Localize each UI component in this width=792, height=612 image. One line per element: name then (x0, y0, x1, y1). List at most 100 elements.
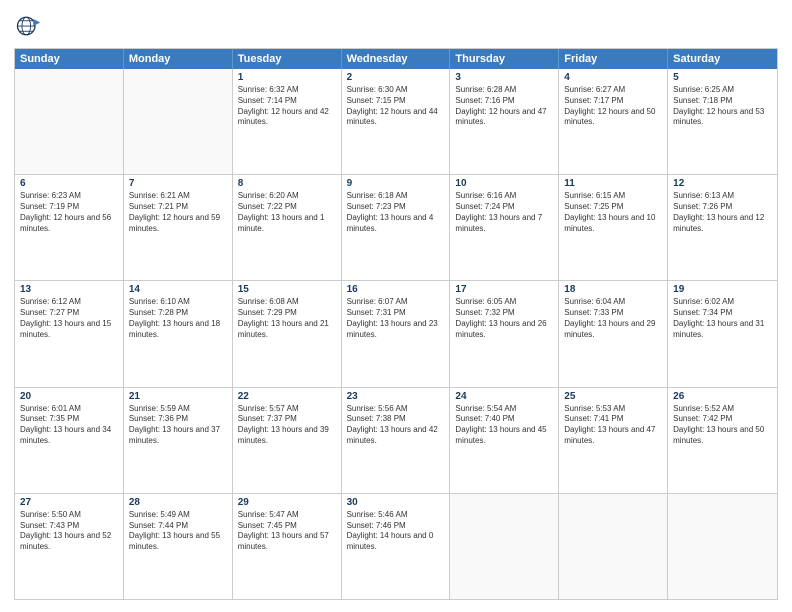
day-number: 22 (238, 391, 336, 402)
week-row-4: 27 Sunrise: 5:50 AM Sunset: 7:43 PM Dayli… (15, 493, 777, 599)
day-cell-15: 15 Sunrise: 6:08 AM Sunset: 7:29 PM Dayli… (233, 281, 342, 386)
day-cell-12: 12 Sunrise: 6:13 AM Sunset: 7:26 PM Dayli… (668, 175, 777, 280)
day-number: 12 (673, 178, 772, 189)
day-info: Sunrise: 6:07 AM Sunset: 7:31 PM Dayligh… (347, 297, 445, 340)
day-number: 19 (673, 284, 772, 295)
day-info: Sunrise: 6:25 AM Sunset: 7:18 PM Dayligh… (673, 85, 772, 128)
day-number: 1 (238, 72, 336, 83)
day-info: Sunrise: 6:08 AM Sunset: 7:29 PM Dayligh… (238, 297, 336, 340)
day-number: 6 (20, 178, 118, 189)
day-number: 15 (238, 284, 336, 295)
day-cell-27: 27 Sunrise: 5:50 AM Sunset: 7:43 PM Dayli… (15, 494, 124, 599)
day-cell-7: 7 Sunrise: 6:21 AM Sunset: 7:21 PM Daylig… (124, 175, 233, 280)
day-info: Sunrise: 6:18 AM Sunset: 7:23 PM Dayligh… (347, 191, 445, 234)
day-info: Sunrise: 5:54 AM Sunset: 7:40 PM Dayligh… (455, 404, 553, 447)
day-cell-22: 22 Sunrise: 5:57 AM Sunset: 7:37 PM Dayli… (233, 388, 342, 493)
logo-icon (14, 12, 42, 40)
day-cell-5: 5 Sunrise: 6:25 AM Sunset: 7:18 PM Daylig… (668, 69, 777, 174)
day-cell-26: 26Sunrise: 5:52 AM Sunset: 7:42 PM Dayli… (668, 388, 777, 493)
day-cell-20: 20Sunrise: 6:01 AM Sunset: 7:35 PM Dayli… (15, 388, 124, 493)
day-cell-18: 18 Sunrise: 6:04 AM Sunset: 7:33 PM Dayli… (559, 281, 668, 386)
day-number: 2 (347, 72, 445, 83)
day-info: Sunrise: 6:32 AM Sunset: 7:14 PM Dayligh… (238, 85, 336, 128)
day-info: Sunrise: 5:53 AM Sunset: 7:41 PM Dayligh… (564, 404, 662, 447)
day-cell-11: 11 Sunrise: 6:15 AM Sunset: 7:25 PM Dayli… (559, 175, 668, 280)
day-number: 4 (564, 72, 662, 83)
day-cell-17: 17Sunrise: 6:05 AM Sunset: 7:32 PM Dayli… (450, 281, 559, 386)
day-info: Sunrise: 5:52 AM Sunset: 7:42 PM Dayligh… (673, 404, 772, 447)
page: SundayMondayTuesdayWednesdayThursdayFrid… (0, 0, 792, 612)
day-info: Sunrise: 6:02 AM Sunset: 7:34 PM Dayligh… (673, 297, 772, 340)
day-cell-23: 23Sunrise: 5:56 AM Sunset: 7:38 PM Dayli… (342, 388, 451, 493)
day-number: 8 (238, 178, 336, 189)
day-info: Sunrise: 5:46 AM Sunset: 7:46 PM Dayligh… (347, 510, 445, 553)
day-number: 7 (129, 178, 227, 189)
day-cell-13: 13Sunrise: 6:12 AM Sunset: 7:27 PM Dayli… (15, 281, 124, 386)
day-cell-4: 4 Sunrise: 6:27 AM Sunset: 7:17 PM Daylig… (559, 69, 668, 174)
day-cell-8: 8 Sunrise: 6:20 AM Sunset: 7:22 PM Daylig… (233, 175, 342, 280)
header (14, 12, 778, 40)
day-cell-14: 14Sunrise: 6:10 AM Sunset: 7:28 PM Dayli… (124, 281, 233, 386)
day-number: 30 (347, 497, 445, 508)
day-number: 21 (129, 391, 227, 402)
day-number: 3 (455, 72, 553, 83)
week-row-2: 13Sunrise: 6:12 AM Sunset: 7:27 PM Dayli… (15, 280, 777, 386)
empty-cell-4-6 (668, 494, 777, 599)
day-info: Sunrise: 6:13 AM Sunset: 7:26 PM Dayligh… (673, 191, 772, 234)
day-cell-30: 30 Sunrise: 5:46 AM Sunset: 7:46 PM Dayli… (342, 494, 451, 599)
day-info: Sunrise: 5:47 AM Sunset: 7:45 PM Dayligh… (238, 510, 336, 553)
header-day-monday: Monday (124, 49, 233, 69)
calendar: SundayMondayTuesdayWednesdayThursdayFrid… (14, 48, 778, 600)
day-info: Sunrise: 6:28 AM Sunset: 7:16 PM Dayligh… (455, 85, 553, 128)
day-info: Sunrise: 6:16 AM Sunset: 7:24 PM Dayligh… (455, 191, 553, 234)
calendar-body: 1 Sunrise: 6:32 AM Sunset: 7:14 PM Daylig… (15, 69, 777, 599)
week-row-3: 20Sunrise: 6:01 AM Sunset: 7:35 PM Dayli… (15, 387, 777, 493)
day-cell-10: 10 Sunrise: 6:16 AM Sunset: 7:24 PM Dayli… (450, 175, 559, 280)
day-info: Sunrise: 6:15 AM Sunset: 7:25 PM Dayligh… (564, 191, 662, 234)
day-cell-25: 25Sunrise: 5:53 AM Sunset: 7:41 PM Dayli… (559, 388, 668, 493)
day-number: 13 (20, 284, 118, 295)
day-number: 9 (347, 178, 445, 189)
day-info: Sunrise: 6:21 AM Sunset: 7:21 PM Dayligh… (129, 191, 227, 234)
day-number: 28 (129, 497, 227, 508)
empty-cell-0-1 (124, 69, 233, 174)
day-cell-16: 16Sunrise: 6:07 AM Sunset: 7:31 PM Dayli… (342, 281, 451, 386)
header-day-tuesday: Tuesday (233, 49, 342, 69)
day-cell-6: 6 Sunrise: 6:23 AM Sunset: 7:19 PM Daylig… (15, 175, 124, 280)
day-number: 17 (455, 284, 553, 295)
day-cell-2: 2Sunrise: 6:30 AM Sunset: 7:15 PM Daylig… (342, 69, 451, 174)
day-info: Sunrise: 5:56 AM Sunset: 7:38 PM Dayligh… (347, 404, 445, 447)
day-cell-19: 19 Sunrise: 6:02 AM Sunset: 7:34 PM Dayli… (668, 281, 777, 386)
week-row-1: 6 Sunrise: 6:23 AM Sunset: 7:19 PM Daylig… (15, 174, 777, 280)
day-number: 20 (20, 391, 118, 402)
day-info: Sunrise: 6:27 AM Sunset: 7:17 PM Dayligh… (564, 85, 662, 128)
day-number: 5 (673, 72, 772, 83)
day-info: Sunrise: 5:50 AM Sunset: 7:43 PM Dayligh… (20, 510, 118, 553)
day-cell-3: 3 Sunrise: 6:28 AM Sunset: 7:16 PM Daylig… (450, 69, 559, 174)
day-info: Sunrise: 6:04 AM Sunset: 7:33 PM Dayligh… (564, 297, 662, 340)
week-row-0: 1 Sunrise: 6:32 AM Sunset: 7:14 PM Daylig… (15, 69, 777, 174)
day-cell-21: 21 Sunrise: 5:59 AM Sunset: 7:36 PM Dayli… (124, 388, 233, 493)
day-cell-9: 9 Sunrise: 6:18 AM Sunset: 7:23 PM Daylig… (342, 175, 451, 280)
day-cell-29: 29 Sunrise: 5:47 AM Sunset: 7:45 PM Dayli… (233, 494, 342, 599)
day-info: Sunrise: 6:20 AM Sunset: 7:22 PM Dayligh… (238, 191, 336, 234)
header-day-saturday: Saturday (668, 49, 777, 69)
empty-cell-4-4 (450, 494, 559, 599)
day-number: 27 (20, 497, 118, 508)
day-number: 10 (455, 178, 553, 189)
empty-cell-4-5 (559, 494, 668, 599)
logo (14, 12, 46, 40)
day-cell-1: 1 Sunrise: 6:32 AM Sunset: 7:14 PM Daylig… (233, 69, 342, 174)
day-number: 18 (564, 284, 662, 295)
day-cell-24: 24 Sunrise: 5:54 AM Sunset: 7:40 PM Dayli… (450, 388, 559, 493)
day-number: 11 (564, 178, 662, 189)
day-info: Sunrise: 5:59 AM Sunset: 7:36 PM Dayligh… (129, 404, 227, 447)
day-number: 24 (455, 391, 553, 402)
day-info: Sunrise: 5:57 AM Sunset: 7:37 PM Dayligh… (238, 404, 336, 447)
calendar-header: SundayMondayTuesdayWednesdayThursdayFrid… (15, 49, 777, 69)
day-number: 29 (238, 497, 336, 508)
day-info: Sunrise: 6:23 AM Sunset: 7:19 PM Dayligh… (20, 191, 118, 234)
header-day-sunday: Sunday (15, 49, 124, 69)
header-day-wednesday: Wednesday (342, 49, 451, 69)
day-cell-28: 28Sunrise: 5:49 AM Sunset: 7:44 PM Dayli… (124, 494, 233, 599)
